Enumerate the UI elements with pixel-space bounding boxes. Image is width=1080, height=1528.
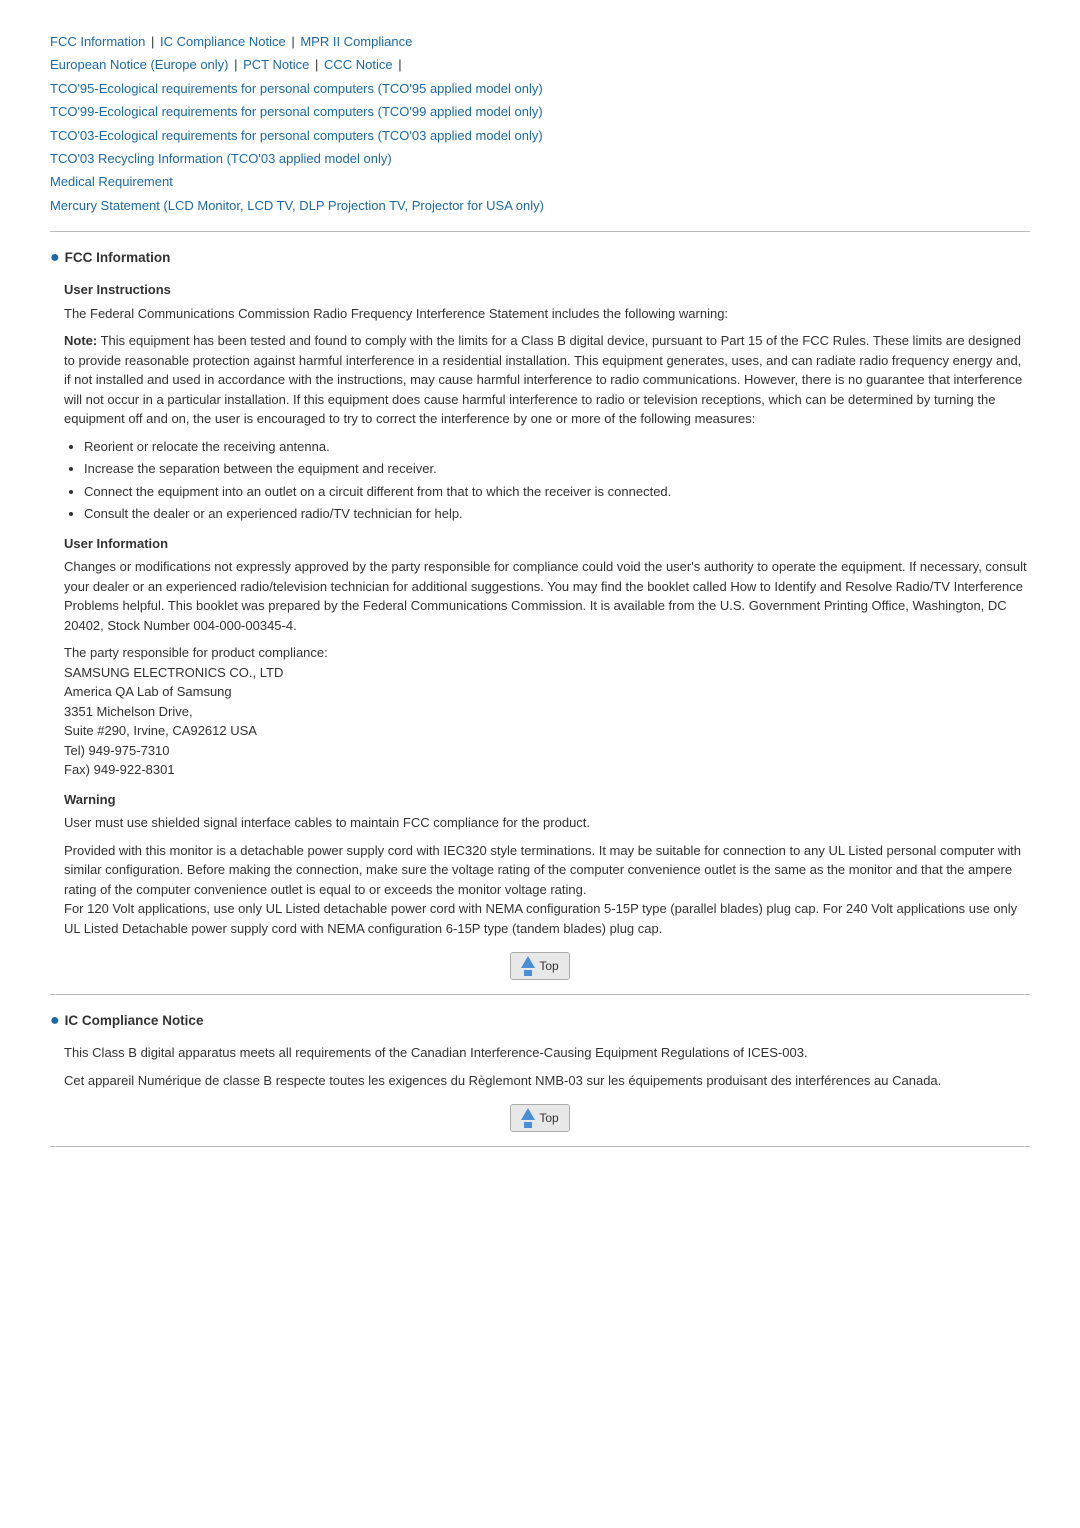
fcc-bullet-icon: ●: [50, 246, 60, 270]
warning-title: Warning: [64, 790, 1030, 810]
fcc-top-button[interactable]: Top: [510, 952, 569, 980]
nav-tco99[interactable]: TCO'99-Ecological requirements for perso…: [50, 104, 543, 119]
user-instructions-intro: The Federal Communications Commission Ra…: [64, 304, 1030, 324]
divider-bottom: [50, 1146, 1030, 1147]
nav-pct[interactable]: PCT Notice: [243, 57, 309, 72]
fcc-section: ● FCC Information User Instructions The …: [50, 246, 1030, 980]
user-information-para2: The party responsible for product compli…: [64, 643, 1030, 780]
list-item: Increase the separation between the equi…: [84, 459, 1030, 479]
nav-mpr[interactable]: MPR II Compliance: [300, 34, 412, 49]
nav-ic[interactable]: IC Compliance Notice: [160, 34, 286, 49]
fcc-content: User Instructions The Federal Communicat…: [64, 280, 1030, 938]
fcc-top-button-container: Top: [50, 952, 1030, 980]
nav-tco03[interactable]: TCO'03-Ecological requirements for perso…: [50, 128, 543, 143]
top-arrow-icon: [521, 956, 535, 976]
note-label: Note:: [64, 333, 97, 348]
warning-block: Warning User must use shielded signal in…: [64, 790, 1030, 939]
ic-top-arrow-icon: [521, 1108, 535, 1128]
ic-top-button[interactable]: Top: [510, 1104, 569, 1132]
ic-content: This Class B digital apparatus meets all…: [64, 1043, 1030, 1090]
user-information-block: User Information Changes or modification…: [64, 534, 1030, 780]
ic-section-title: ● IC Compliance Notice: [50, 1009, 1030, 1033]
user-instructions-note: Note: This equipment has been tested and…: [64, 331, 1030, 429]
nav-european[interactable]: European Notice (Europe only): [50, 57, 229, 72]
warning-para1: User must use shielded signal interface …: [64, 813, 1030, 833]
ic-section: ● IC Compliance Notice This Class B digi…: [50, 1009, 1030, 1132]
list-item: Reorient or relocate the receiving anten…: [84, 437, 1030, 457]
divider-top: [50, 231, 1030, 232]
fcc-top-label: Top: [539, 957, 558, 975]
user-information-para1: Changes or modifications not expressly a…: [64, 557, 1030, 635]
fcc-section-title: ● FCC Information: [50, 246, 1030, 270]
warning-para2: Provided with this monitor is a detachab…: [64, 841, 1030, 939]
list-item: Connect the equipment into an outlet on …: [84, 482, 1030, 502]
nav-mercury[interactable]: Mercury Statement (LCD Monitor, LCD TV, …: [50, 198, 544, 213]
nav-links: FCC Information | IC Compliance Notice |…: [50, 30, 1030, 217]
ic-bullet-icon: ●: [50, 1009, 60, 1033]
note-text: This equipment has been tested and found…: [64, 333, 1022, 426]
user-instructions-block: User Instructions The Federal Communicat…: [64, 280, 1030, 524]
nav-ccc[interactable]: CCC Notice: [324, 57, 393, 72]
ic-top-button-container: Top: [50, 1104, 1030, 1132]
nav-medical[interactable]: Medical Requirement: [50, 174, 173, 189]
user-instructions-title: User Instructions: [64, 280, 1030, 300]
nav-tco03-recycling[interactable]: TCO'03 Recycling Information (TCO'03 app…: [50, 151, 392, 166]
ic-top-label: Top: [539, 1109, 558, 1127]
nav-fcc[interactable]: FCC Information: [50, 34, 145, 49]
divider-mid: [50, 994, 1030, 995]
ic-para1: This Class B digital apparatus meets all…: [64, 1043, 1030, 1063]
list-item: Consult the dealer or an experienced rad…: [84, 504, 1030, 524]
ic-para2: Cet appareil Numérique de classe B respe…: [64, 1071, 1030, 1091]
user-instructions-list: Reorient or relocate the receiving anten…: [84, 437, 1030, 524]
user-information-title: User Information: [64, 534, 1030, 554]
nav-tco95[interactable]: TCO'95-Ecological requirements for perso…: [50, 81, 543, 96]
